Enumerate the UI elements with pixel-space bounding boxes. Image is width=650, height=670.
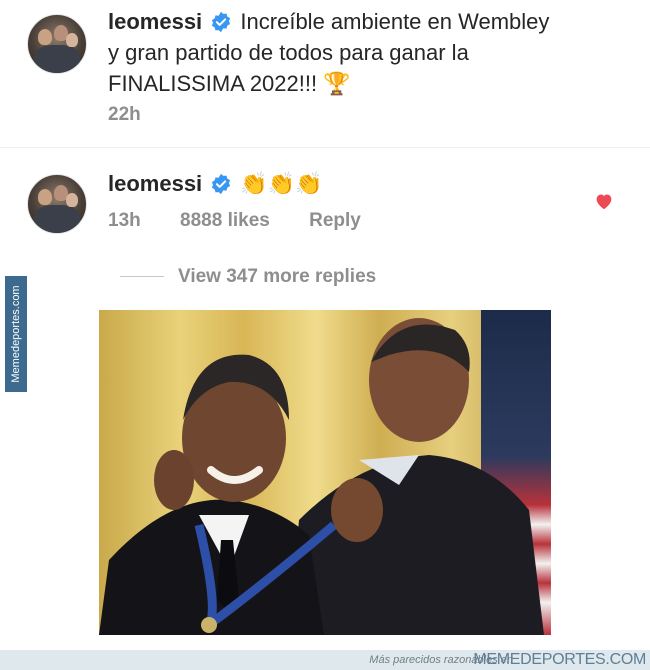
bottom-watermark-brand[interactable]: MEMEDEPORTES.COM: [473, 651, 646, 669]
avatar[interactable]: [27, 174, 87, 234]
avatar-figure: [34, 205, 80, 233]
caption-line: Increíble ambiente en Wembley: [240, 9, 550, 34]
bottom-watermark-bar: Más parecidos razonables en MEMEDEPORTES…: [0, 650, 650, 670]
caption-line: y gran partido de todos para ganar la: [108, 40, 469, 65]
reply-likes-count[interactable]: 8888 likes: [180, 210, 270, 231]
medal-ceremony-illustration: [99, 318, 544, 635]
reply-username[interactable]: leomessi: [108, 171, 202, 196]
avatar-figure: [34, 45, 80, 73]
divider: [0, 147, 650, 148]
post-username[interactable]: leomessi: [108, 9, 202, 34]
verified-badge-icon: [212, 173, 231, 195]
avatar-face: [66, 33, 78, 47]
post-caption: leomessi Increíble ambiente en Wembley y…: [108, 6, 628, 99]
presenter-right-hand: [331, 478, 383, 542]
presenter-suit: [289, 455, 544, 635]
reply-meta: 13h 8888 likes Reply: [108, 210, 395, 232]
reply-button[interactable]: Reply: [309, 210, 361, 231]
presenter-left-hand: [154, 450, 194, 510]
meme-image: [99, 310, 551, 635]
reply-comment: leomessi 👏👏👏: [108, 168, 568, 199]
avatar-face: [38, 189, 52, 205]
side-watermark-text: Memedeportes.com: [10, 285, 22, 383]
view-more-divider-line: [120, 276, 164, 278]
caption-line: FINALISSIMA 2022!!! 🏆: [108, 71, 351, 96]
avatar-face: [38, 29, 52, 45]
view-more-replies[interactable]: View 347 more replies: [120, 266, 376, 288]
post-timestamp[interactable]: 22h: [108, 104, 141, 125]
post-meta: 22h: [108, 104, 175, 126]
verified-badge-icon: [212, 11, 231, 33]
avatar[interactable]: [27, 14, 87, 74]
reply-timestamp[interactable]: 13h: [108, 210, 141, 231]
avatar-face: [66, 193, 78, 207]
side-watermark: Memedeportes.com: [5, 276, 27, 392]
medal: [201, 617, 217, 633]
reply-text: 👏👏👏: [240, 171, 323, 196]
view-more-label: View 347 more replies: [178, 266, 377, 287]
heart-like-icon[interactable]: [594, 192, 614, 210]
